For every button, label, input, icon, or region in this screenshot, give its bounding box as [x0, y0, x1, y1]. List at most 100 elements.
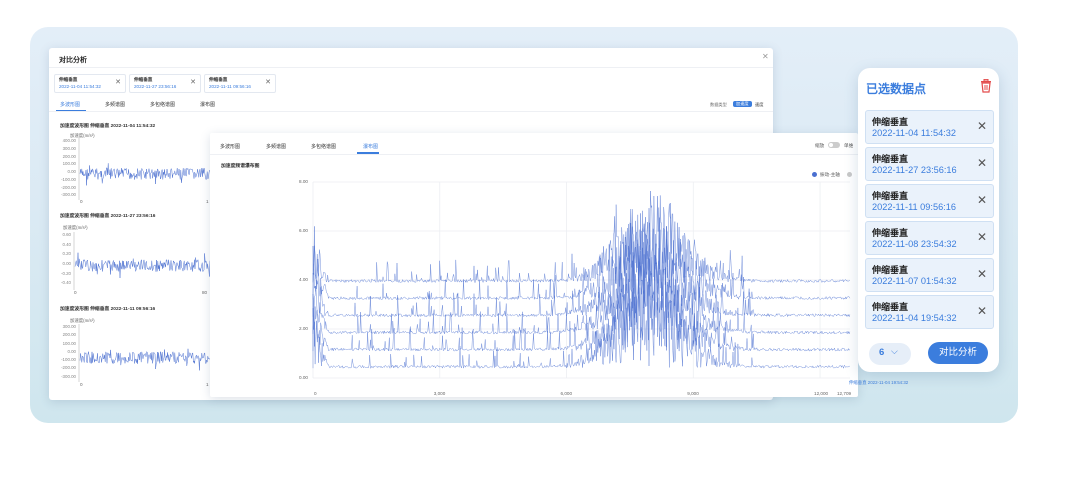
close-icon[interactable]: ✕ — [265, 78, 271, 86]
waveform-chart-3 — [78, 324, 210, 382]
panel-title: 已选数据点 — [866, 82, 927, 96]
close-icon[interactable]: ✕ — [115, 78, 121, 86]
data-type-acceleration[interactable]: 加速度 — [733, 101, 752, 107]
item-name: 伸缩垂直 — [872, 154, 909, 164]
chip-time: 2022-11-04 11:54:32 — [59, 84, 101, 89]
x-tick: 80 — [202, 290, 208, 295]
waveform-line — [79, 163, 210, 186]
tab-spectrum[interactable]: 多频谱图 — [105, 101, 125, 108]
x-tick: 0 — [80, 199, 83, 204]
y-tick: -300.00 — [61, 373, 76, 379]
item-time: 2022-11-04 19:54:32 — [872, 313, 957, 323]
item-time: 2022-11-07 01:54:32 — [872, 276, 957, 286]
close-icon[interactable]: ✕ — [977, 193, 987, 207]
compare-button[interactable]: 对比分析 — [928, 342, 988, 364]
chart-title: 加速度波形图 伸缩垂直 2022-11-27 23:56:16 — [60, 214, 156, 219]
y-axis-label: 加速度(m/s²) — [63, 225, 88, 230]
close-icon[interactable]: ✕ — [977, 156, 987, 170]
x-tick: 9,000 — [687, 391, 699, 396]
zoom-toggle[interactable] — [828, 142, 840, 148]
selected-item[interactable]: 伸缩垂直 2022-11-08 23:54:32 ✕ — [865, 221, 994, 255]
tab-waterfall[interactable]: 瀑布图 — [200, 101, 215, 108]
y-tick: -0.20 — [60, 270, 71, 276]
item-name: 伸缩垂直 — [872, 117, 909, 127]
spectrum-series — [312, 254, 851, 352]
y-tick: 4.00 — [299, 277, 308, 282]
chevron-down-icon: ⌵ — [891, 346, 898, 356]
close-icon[interactable]: ✕ — [977, 304, 987, 318]
y-tick: 300.00 — [62, 145, 76, 151]
tab-envelope[interactable]: 多包络谱图 — [311, 143, 336, 150]
y-tick: 400.00 — [62, 138, 76, 143]
y-tick: 0.00 — [299, 375, 308, 380]
selected-item[interactable]: 伸缩垂直 2022-11-27 23:56:16 ✕ — [865, 147, 994, 181]
chart-title: 加速度波形图 伸缩垂直 2022-11-11 09:56:16 — [60, 307, 156, 312]
x-tick: 3,000 — [433, 391, 446, 396]
data-type-velocity[interactable]: 速度 — [755, 102, 763, 108]
spectrum-series — [312, 190, 850, 284]
y-tick: 6.00 — [299, 228, 308, 233]
trash-icon[interactable] — [980, 79, 992, 93]
selected-item[interactable]: 伸缩垂直 2022-11-11 09:56:16 ✕ — [865, 184, 994, 218]
selected-item[interactable]: 伸缩垂直 2022-11-07 01:54:32 ✕ — [865, 258, 994, 292]
y-tick: 200.00 — [62, 153, 76, 159]
tab-waveform[interactable]: 多波形图 — [220, 143, 240, 150]
item-name: 伸缩垂直 — [872, 191, 909, 201]
x-tick: 6,000 — [560, 391, 573, 396]
chip-3[interactable]: 伸缩垂直 2022-11-11 09:56:16 ✕ — [204, 74, 276, 93]
item-name: 伸缩垂直 — [872, 265, 909, 275]
item-time: 2022-11-04 11:54:32 — [872, 128, 956, 138]
chip-time: 2022-11-11 09:56:16 — [209, 84, 251, 89]
y-tick: 0.00 — [67, 169, 76, 174]
chip-name: 伸缩垂直 — [59, 77, 78, 82]
spectrum-series — [312, 222, 851, 318]
y-tick: 0.20 — [62, 251, 71, 257]
zoom-label: 缩放 — [815, 143, 825, 148]
tab-waveform[interactable]: 多波形图 — [60, 101, 80, 108]
chart-title: 加速度波形图 伸缩垂直 2022-11-04 11:54:32 — [60, 124, 156, 129]
y-tick: 200.00 — [62, 332, 76, 338]
waterfall-chart — [312, 181, 851, 379]
chip-1[interactable]: 伸缩垂直 2022-11-04 11:54:32 ✕ — [54, 74, 126, 93]
item-name: 伸缩垂直 — [872, 228, 909, 238]
close-icon[interactable]: ✕ — [190, 78, 196, 86]
x-tick: 12,709 — [837, 391, 852, 396]
close-icon[interactable]: ✕ — [977, 119, 987, 133]
series-tag: 伸缩垂直 2022-11-04 19:54:32 — [849, 380, 909, 385]
tab-spectrum[interactable]: 多频谱图 — [266, 143, 286, 150]
selected-item[interactable]: 伸缩垂直 2022-11-04 19:54:32 ✕ — [865, 295, 994, 329]
data-type-label: 数据类型 — [710, 102, 727, 107]
tab-waterfall[interactable]: 瀑布图 — [363, 143, 378, 150]
count-select[interactable]: 6 ⌵ — [869, 343, 911, 365]
y-tick: 100.00 — [62, 340, 76, 346]
y-tick: -100.00 — [61, 357, 76, 363]
item-name: 伸缩垂直 — [872, 302, 909, 312]
chart-title: 加速度频谱瀑布图 — [221, 164, 260, 169]
spectrum-series — [312, 233, 851, 335]
single-dim-label: 单维 — [844, 143, 854, 148]
y-tick: 0.60 — [62, 232, 71, 237]
waveform-line — [74, 252, 210, 279]
y-tick: 100.00 — [62, 161, 76, 167]
close-icon[interactable]: ✕ — [977, 267, 987, 281]
item-time: 2022-11-08 23:54:32 — [872, 239, 957, 249]
x-tick: 1 — [206, 382, 209, 387]
waveform-chart-2 — [73, 232, 210, 290]
y-tick: 0.00 — [67, 348, 76, 354]
chip-2[interactable]: 伸缩垂直 2022-11-27 23:56:16 ✕ — [129, 74, 201, 93]
close-icon[interactable]: ✕ — [762, 52, 769, 61]
close-icon[interactable]: ✕ — [977, 230, 987, 244]
item-time: 2022-11-27 23:56:16 — [872, 165, 957, 175]
y-tick: 2.00 — [299, 326, 308, 331]
y-tick: -200.00 — [61, 365, 76, 371]
chip-name: 伸缩垂直 — [209, 77, 228, 82]
count-value: 6 — [879, 347, 885, 358]
tab-envelope[interactable]: 多包络谱图 — [150, 101, 175, 108]
window-title: 对比分析 — [59, 57, 87, 64]
spectrum-series — [312, 202, 851, 301]
selected-item[interactable]: 伸缩垂直 2022-11-04 11:54:32 ✕ — [865, 110, 994, 144]
y-tick: -100.00 — [61, 176, 76, 182]
x-tick: 0 — [74, 290, 77, 295]
y-tick: 8.00 — [299, 179, 308, 184]
y-tick: -300.00 — [61, 192, 76, 198]
